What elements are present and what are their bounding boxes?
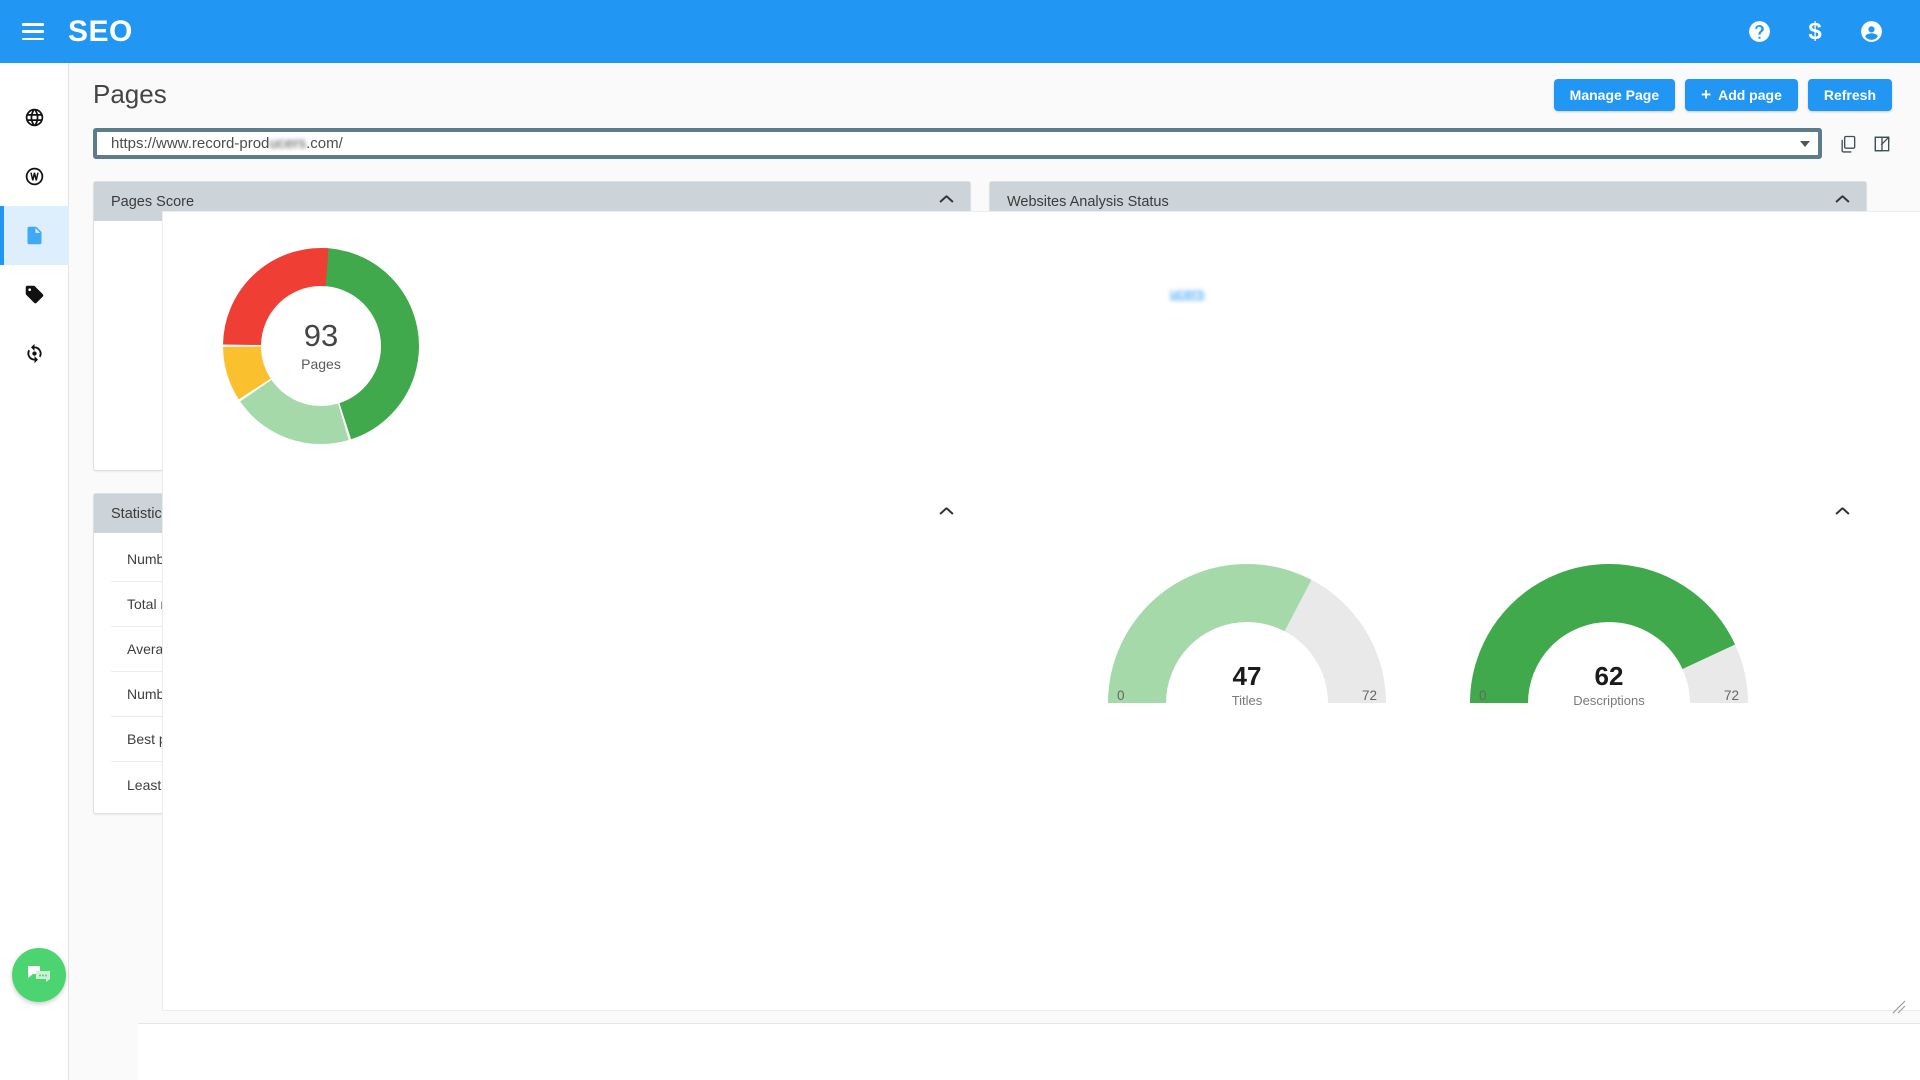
website-link-blurred: ucers (1169, 285, 1205, 301)
globe-icon (25, 108, 44, 127)
descriptions-gauge-readout: 62 Descriptions (1459, 663, 1759, 708)
top-bar-actions: $ (1746, 19, 1884, 45)
sidebar-item-keywords[interactable] (0, 147, 69, 206)
help-icon[interactable] (1746, 19, 1772, 45)
refresh-label: Refresh (1823, 86, 1876, 103)
statistics-title: Statistics (111, 505, 170, 522)
manage-page-button[interactable]: Manage Page (1553, 78, 1676, 111)
left-nav-rail (0, 63, 69, 1080)
titles-gauge-value: 47 (1232, 661, 1262, 691)
page-icon (27, 226, 42, 245)
descriptions-gauge-label: Descriptions (1573, 693, 1645, 708)
collapse-chevron-up-icon[interactable] (940, 509, 953, 518)
add-page-button[interactable]: + Add page (1685, 78, 1798, 111)
website-selector-row: https://www.record-prod ucers .com/ (93, 128, 1892, 159)
page-action-buttons: Manage Page + Add page Refresh (1553, 78, 1892, 111)
url-tool-icons (1838, 134, 1892, 154)
titles-gauge-readout: 47 Titles (1097, 663, 1397, 708)
chat-widget-button[interactable] (12, 948, 66, 1002)
website-url-suffix: .com/ (306, 135, 343, 152)
descriptions-gauge-chart: 0 72 62 Descriptions (1459, 553, 1759, 725)
billing-icon[interactable]: $ (1802, 19, 1828, 45)
website-url-blurred: ucers (269, 135, 307, 152)
websites-analysis-title: Websites Analysis Status (1007, 193, 1169, 210)
refresh-button[interactable]: Refresh (1807, 78, 1892, 111)
sync-eye-icon (27, 343, 42, 364)
tag-icon (25, 285, 44, 304)
page-title: Pages (93, 79, 167, 109)
website-url-prefix: https://www.record-prod (111, 135, 270, 152)
donut-center-readout: 93 Pages (223, 248, 419, 444)
account-icon[interactable] (1858, 19, 1884, 45)
collapse-chevron-up-icon[interactable] (940, 197, 953, 206)
titles-gauge-chart: 0 72 47 Titles (1097, 553, 1397, 725)
pages-score-title: Pages Score (111, 193, 195, 210)
website-url-select[interactable]: https://www.record-prod ucers .com/ (93, 128, 1822, 159)
page-header: Pages Manage Page + Add page Refresh (69, 63, 1920, 126)
plus-icon: + (1701, 85, 1712, 104)
add-page-label: Add page (1718, 86, 1782, 103)
sidebar-item-tags[interactable] (0, 265, 69, 324)
w-circle-icon (25, 167, 44, 186)
donut-center-value: 93 (303, 318, 339, 354)
hamburger-icon[interactable] (22, 23, 44, 40)
donut-center-label: Pages (301, 355, 341, 372)
chevron-down-icon[interactable] (1800, 140, 1810, 147)
chat-bubbles-icon (28, 966, 50, 982)
titles-gauge-label: Titles (1231, 693, 1263, 708)
sidebar-item-globe[interactable] (0, 88, 69, 147)
top-app-bar: SEO $ (0, 0, 1920, 63)
collapse-chevron-up-icon[interactable] (1836, 197, 1849, 206)
main-content-area: Pages Manage Page + Add page Refresh htt… (69, 63, 1920, 1080)
sidebar-item-monitoring[interactable] (0, 324, 69, 383)
manage-page-label: Manage Page (1569, 86, 1660, 103)
external-link-icon[interactable] (1872, 134, 1892, 154)
app-brand-title: SEO (68, 14, 133, 48)
collapse-chevron-up-icon[interactable] (1836, 509, 1849, 518)
sidebar-item-pages[interactable] (0, 206, 69, 265)
copy-icon[interactable] (1838, 134, 1858, 154)
page-footer-strip (138, 1023, 1920, 1080)
descriptions-gauge-value: 62 (1594, 661, 1624, 691)
resize-handle-icon[interactable] (1892, 1000, 1906, 1014)
